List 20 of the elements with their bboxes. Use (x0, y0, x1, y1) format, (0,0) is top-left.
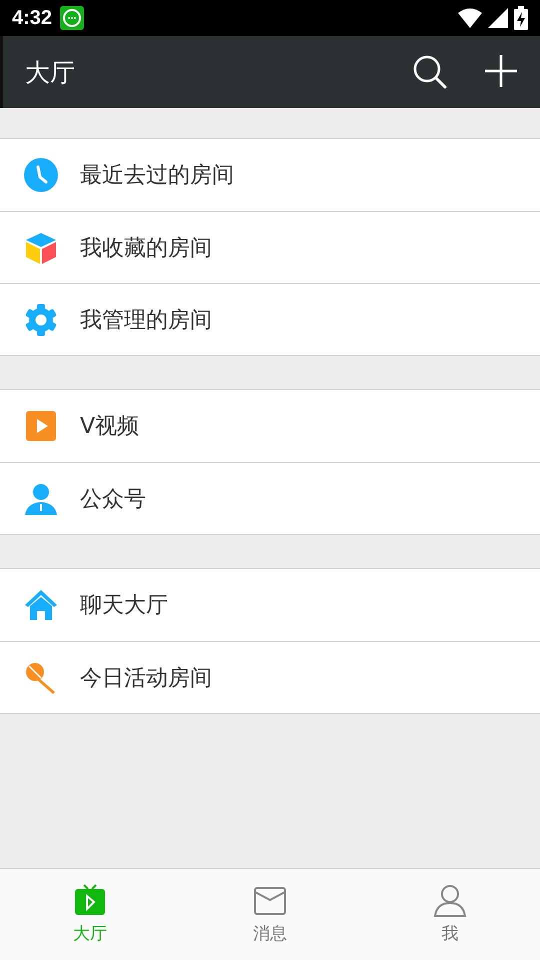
tv-icon (73, 884, 107, 918)
signal-icon (488, 8, 508, 28)
search-button[interactable] (412, 54, 448, 90)
add-button[interactable] (484, 54, 518, 90)
wifi-icon (458, 8, 482, 28)
status-time: 4:32 (12, 6, 52, 30)
play-icon (24, 409, 58, 443)
chat-notification-icon (60, 6, 84, 30)
user-icon (433, 884, 467, 918)
gear-icon (24, 302, 58, 336)
clock-icon (24, 158, 58, 192)
house-icon (24, 588, 58, 622)
mail-icon (253, 884, 287, 918)
nav-tab[interactable]: 消息 (180, 869, 360, 960)
nav-tab[interactable]: 我 (360, 869, 540, 960)
battery-icon (514, 6, 528, 30)
microphone-icon (24, 660, 58, 694)
toolbar-title: 大厅 (25, 56, 75, 88)
person-icon (24, 482, 58, 516)
cube-icon (24, 230, 58, 264)
